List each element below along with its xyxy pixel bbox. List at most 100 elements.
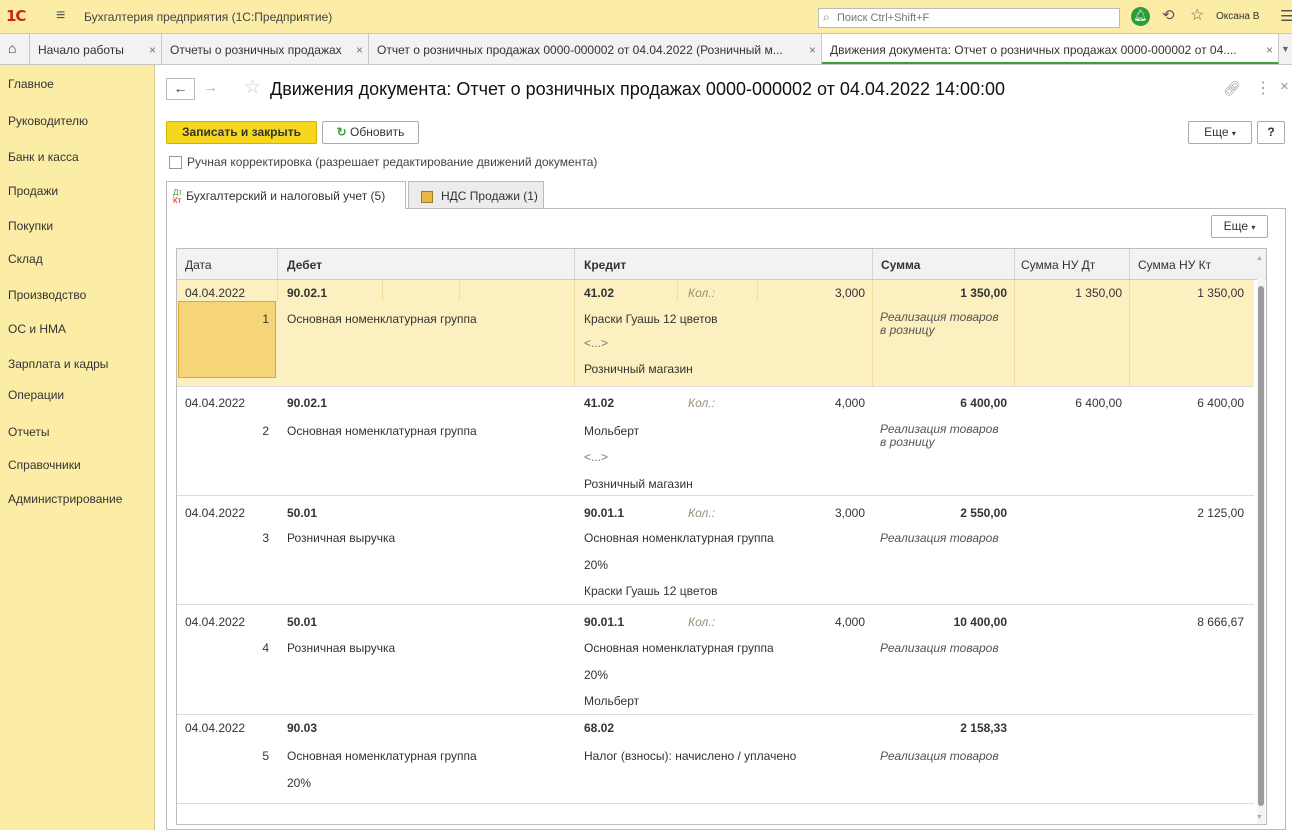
- credit-subconto: 20%: [584, 558, 609, 572]
- tab-start-page[interactable]: Начало работы ×: [30, 34, 162, 64]
- credit-subconto: Мольберт: [584, 424, 640, 438]
- column-header-credit[interactable]: Кредит: [584, 258, 626, 272]
- sidebar-item-bank[interactable]: Банк и касса: [8, 150, 79, 164]
- debit-account: 90.02.1: [287, 286, 328, 300]
- entry-content: Реализация товаров в розницу: [880, 310, 999, 337]
- sidebar-item-warehouse[interactable]: Склад: [8, 252, 43, 266]
- entry-date: 04.04.2022: [185, 396, 246, 410]
- quantity-label: Кол.:: [688, 396, 715, 410]
- close-tab-icon[interactable]: ×: [149, 43, 156, 57]
- hamburger-menu-icon[interactable]: ≡: [56, 7, 65, 25]
- page-title: Движения документа: Отчет о розничных пр…: [270, 79, 1006, 99]
- credit-account: 90.01.1: [584, 615, 625, 629]
- credit-quantity: 3,000: [834, 506, 865, 520]
- save-and-close-button[interactable]: Записать и закрыть: [166, 121, 317, 144]
- tab-label: Начало работы: [38, 43, 124, 57]
- sum-nu-kt: 2 125,00: [1197, 506, 1244, 520]
- vertical-scrollbar[interactable]: [1257, 279, 1265, 824]
- main-menu-icon[interactable]: ☰: [1280, 7, 1292, 25]
- sidebar-item-manager[interactable]: Руководителю: [8, 114, 88, 128]
- link-icon[interactable]: 🔗︎: [1223, 80, 1241, 97]
- app-title: Бухгалтерия предприятия (1С:Предприятие): [84, 10, 333, 24]
- close-tab-icon[interactable]: ×: [1266, 43, 1273, 57]
- credit-subconto: Налог (взносы): начислено / уплачено: [584, 749, 797, 763]
- close-form-icon[interactable]: ×: [1280, 78, 1289, 95]
- tab-retail-report-doc[interactable]: Отчет о розничных продажах 0000-000002 о…: [369, 34, 822, 64]
- close-tab-icon[interactable]: ×: [356, 43, 363, 57]
- history-icon[interactable]: ⟲: [1162, 6, 1175, 24]
- column-header-nu-dt[interactable]: Сумма НУ Дт: [1021, 258, 1095, 272]
- debit-account: 50.01: [287, 506, 318, 520]
- help-button[interactable]: ?: [1257, 121, 1285, 144]
- table-row[interactable]: 04.04.2022 5 90.03 Основная номенклатурн…: [177, 715, 1254, 804]
- table-row[interactable]: 04.04.2022 4 50.01 Розничная выручка 90.…: [177, 605, 1254, 715]
- manual-correction-checkbox[interactable]: [169, 156, 182, 169]
- more-menu-button[interactable]: Еще ▾: [1188, 121, 1252, 144]
- tab-accounting-tax[interactable]: Дт Кт Бухгалтерский и налоговый учет (5): [166, 181, 406, 209]
- back-arrow-icon[interactable]: ←: [166, 78, 195, 100]
- sidebar-item-reports[interactable]: Отчеты: [8, 425, 49, 439]
- home-tab-icon[interactable]: ⌂: [0, 34, 30, 64]
- scrollbar-thumb[interactable]: [1258, 286, 1264, 806]
- table-row[interactable]: 04.04.2022 3 50.01 Розничная выручка 90.…: [177, 496, 1254, 605]
- entry-number: 3: [262, 531, 269, 545]
- debit-subconto: Основная номенклатурная группа: [287, 312, 477, 326]
- search-input[interactable]: [837, 9, 1107, 27]
- sidebar-item-sales[interactable]: Продажи: [8, 184, 58, 198]
- close-tab-icon[interactable]: ×: [809, 43, 816, 57]
- sum-nu-dt: 6 400,00: [1075, 396, 1122, 410]
- credit-subconto: <...>: [584, 336, 609, 350]
- entry-date: 04.04.2022: [185, 286, 246, 300]
- sidebar-item-purchases[interactable]: Покупки: [8, 219, 53, 233]
- table-row[interactable]: 04.04.2022 1 90.02.1 Основная номенклату…: [177, 280, 1254, 387]
- sidebar-item-payroll[interactable]: Зарплата и кадры: [8, 357, 108, 371]
- tab-vat-sales[interactable]: НДС Продажи (1): [408, 181, 544, 208]
- credit-subconto: <...>: [584, 450, 609, 464]
- credit-quantity: 3,000: [834, 286, 865, 300]
- tab-retail-reports[interactable]: Отчеты о розничных продажах ×: [162, 34, 369, 64]
- 1c-logo: 1С: [6, 7, 26, 25]
- grid-more-menu-button[interactable]: Еще ▾: [1211, 215, 1268, 238]
- sum-nu-kt: 8 666,67: [1197, 615, 1244, 629]
- column-header-sum[interactable]: Сумма: [881, 258, 920, 272]
- sidebar: Главное Руководителю Банк и касса Продаж…: [0, 65, 155, 830]
- tab-label: Отчеты о розничных продажах: [170, 43, 342, 57]
- user-name[interactable]: Оксана В: [1216, 11, 1259, 22]
- scroll-down-arrow-icon[interactable]: ▼: [1256, 814, 1263, 821]
- tab-label: Бухгалтерский и налоговый учет (5): [186, 189, 386, 204]
- debit-account: 90.03: [287, 721, 318, 735]
- sidebar-item-main[interactable]: Главное: [8, 77, 54, 91]
- entry-content: Реализация товаров: [880, 531, 999, 545]
- column-header-date[interactable]: Дата: [185, 258, 212, 272]
- notifications-bell-icon[interactable]: 🔔︎: [1131, 7, 1150, 26]
- entry-number: 4: [262, 641, 269, 655]
- register-icon: [421, 190, 433, 203]
- credit-account: 41.02: [584, 396, 615, 410]
- sidebar-item-operations[interactable]: Операции: [8, 388, 64, 402]
- global-search[interactable]: ⌕: [818, 8, 1120, 28]
- sidebar-item-fixed-assets[interactable]: ОС и НМА: [8, 322, 66, 336]
- column-header-debit[interactable]: Дебет: [287, 258, 322, 272]
- sidebar-item-catalogs[interactable]: Справочники: [8, 458, 81, 472]
- debit-account: 50.01: [287, 615, 318, 629]
- table-row[interactable]: 04.04.2022 2 90.02.1 Основная номенклату…: [177, 387, 1254, 496]
- credit-subconto: Краски Гуашь 12 цветов: [584, 584, 718, 598]
- column-header-nu-kt[interactable]: Сумма НУ Кт: [1138, 258, 1211, 272]
- refresh-button[interactable]: ↻ Обновить: [322, 121, 419, 144]
- credit-subconto: Розничный магазин: [584, 362, 693, 376]
- more-actions-icon[interactable]: ⋮: [1255, 78, 1271, 98]
- scroll-up-arrow-icon[interactable]: ▲: [1256, 255, 1263, 262]
- manual-correction-label[interactable]: Ручная корректировка (разрешает редактир…: [187, 155, 597, 169]
- sidebar-item-production[interactable]: Производство: [8, 288, 86, 302]
- sidebar-item-administration[interactable]: Администрирование: [8, 492, 122, 506]
- forward-arrow-icon[interactable]: →: [197, 78, 224, 100]
- entries-table[interactable]: Дата Дебет Кредит Сумма Сумма НУ Дт Сумм…: [176, 248, 1267, 825]
- quantity-label: Кол.:: [688, 286, 715, 300]
- credit-quantity: 4,000: [834, 615, 865, 629]
- credit-subconto: Основная номенклатурная группа: [584, 531, 774, 545]
- add-to-favorites-star-icon[interactable]: ☆: [244, 76, 261, 99]
- tab-list-dropdown-icon[interactable]: ▼: [1281, 44, 1290, 54]
- tab-document-movements[interactable]: Движения документа: Отчет о розничных пр…: [822, 34, 1279, 64]
- favorites-star-icon[interactable]: ☆: [1190, 5, 1204, 25]
- credit-subconto: 20%: [584, 668, 609, 682]
